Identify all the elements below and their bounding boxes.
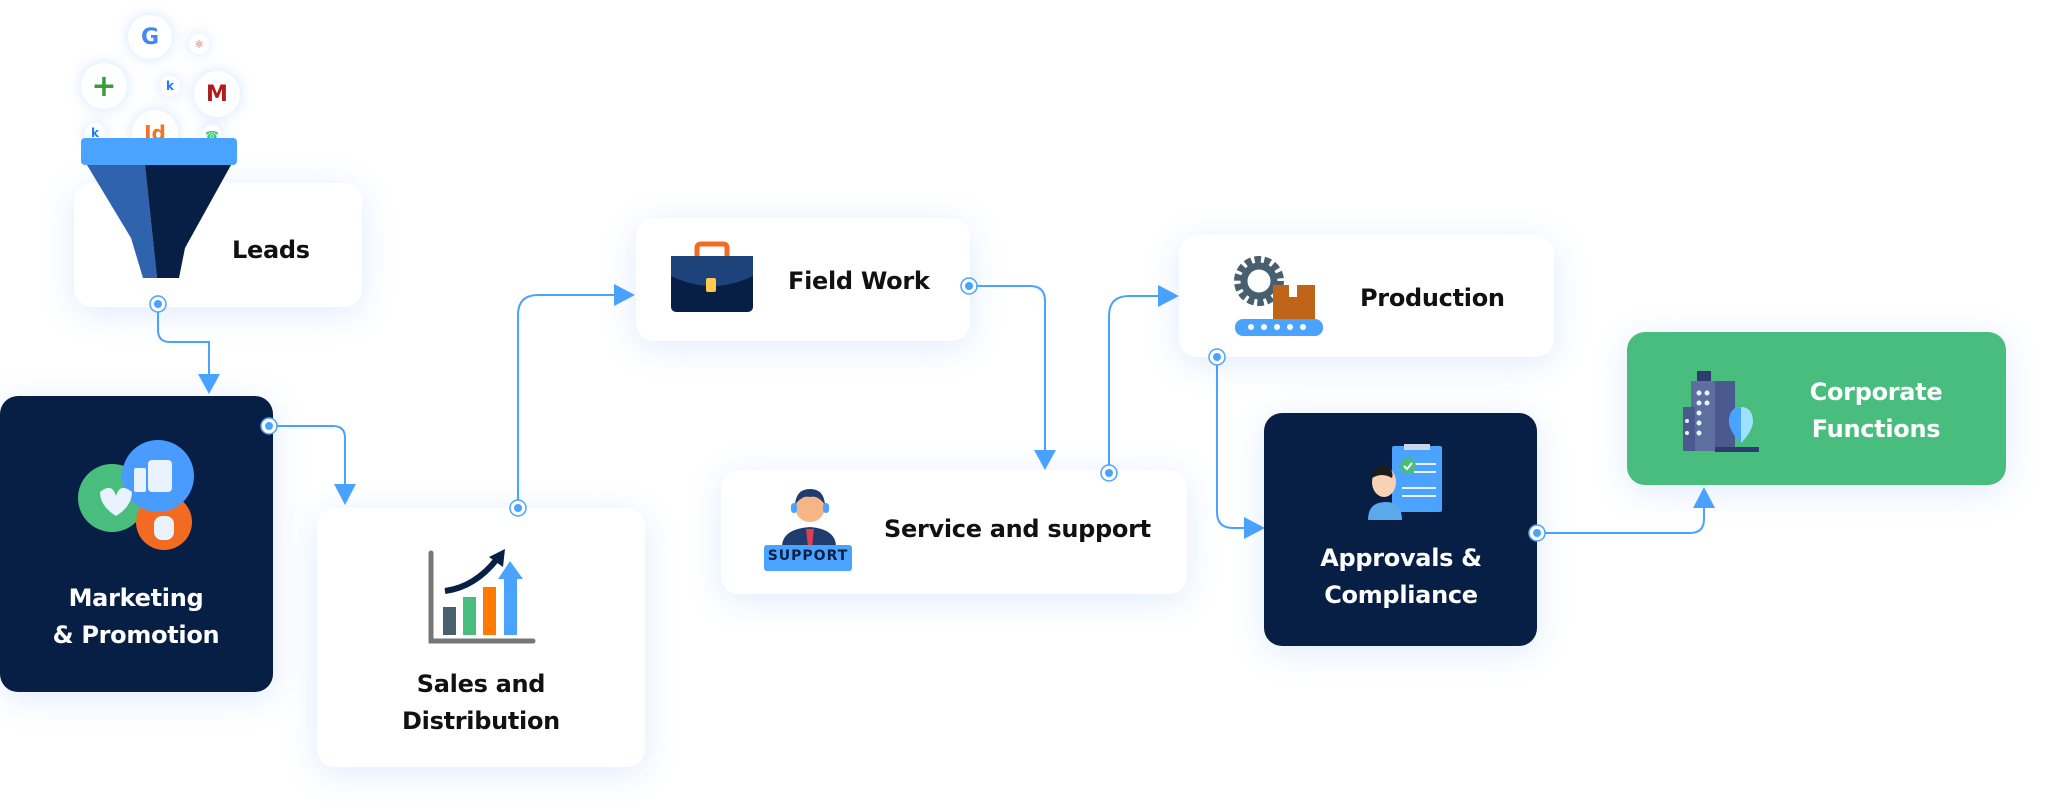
funnel-icon xyxy=(81,138,237,278)
leads-label: Leads xyxy=(232,236,310,264)
arrow-head xyxy=(614,284,635,306)
sales-chart-icon xyxy=(428,549,536,644)
connector-service-production xyxy=(1108,295,1160,473)
connector-dot[interactable] xyxy=(508,498,528,518)
connector-production-approvals xyxy=(1216,357,1246,529)
indiamart-icon: M xyxy=(194,71,240,117)
arrow-head xyxy=(334,484,356,505)
arrow-head xyxy=(1158,285,1179,307)
building-icon xyxy=(1683,371,1759,452)
connector-leads-marketing xyxy=(157,304,210,374)
connector-dot[interactable] xyxy=(148,294,168,314)
marketing-label: Marketing & Promotion xyxy=(53,580,220,654)
service-support-label: Service and support xyxy=(884,515,1151,543)
corporate-label-line2: Functions xyxy=(1811,415,1941,443)
corporate-label-line1: Corporate xyxy=(1809,378,1943,406)
briefcase-icon xyxy=(671,241,753,312)
connector-dot[interactable] xyxy=(1207,347,1227,367)
connector-dot[interactable] xyxy=(259,416,279,436)
arrow-head xyxy=(198,374,220,394)
approvals-label-line2: Compliance xyxy=(1324,581,1478,609)
sales-label: Sales and Distribution xyxy=(402,666,560,740)
connector-sales-fieldwork xyxy=(517,294,614,508)
connector-fieldwork-service xyxy=(969,285,1046,450)
connector-marketing-sales xyxy=(269,425,346,484)
fb-lead-icon: k xyxy=(160,76,180,96)
approvals-label-line1: Approvals & xyxy=(1320,544,1482,572)
production-conveyor-icon xyxy=(1234,256,1323,336)
connector-dot[interactable] xyxy=(959,276,979,296)
connector-approvals-corporate xyxy=(1537,508,1705,534)
arrow-head xyxy=(1693,487,1715,508)
marketing-label-line1: Marketing xyxy=(68,584,204,612)
marketing-label-line2: & Promotion xyxy=(52,621,220,649)
corporate-label: Corporate Functions xyxy=(1810,374,1943,448)
approvals-label: Approvals & Compliance xyxy=(1320,540,1482,614)
sales-label-line2: Distribution xyxy=(402,707,560,735)
production-label: Production xyxy=(1360,284,1505,312)
google-icon: G xyxy=(128,15,172,59)
arrow-head xyxy=(1244,517,1265,539)
approval-checklist-icon xyxy=(1368,444,1442,520)
sales-label-line1: Sales and xyxy=(416,670,546,698)
marketing-bubbles-icon xyxy=(78,440,194,550)
support-badge-text: SUPPORT xyxy=(767,548,849,564)
connector-dot[interactable] xyxy=(1527,523,1547,543)
field-work-label: Field Work xyxy=(788,267,930,295)
arrow-head xyxy=(1034,450,1056,470)
connector-dot[interactable] xyxy=(1099,463,1119,483)
webhook-icon: ⚛ xyxy=(189,34,209,54)
plus-app-icon: + xyxy=(81,63,127,109)
